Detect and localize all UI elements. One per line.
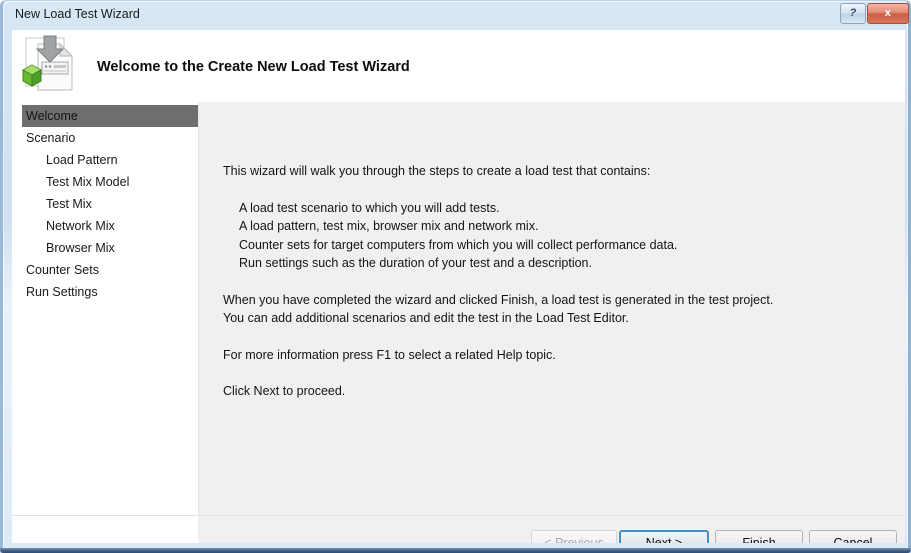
wizard-content-pane: This wizard will walk you through the st… — [198, 102, 905, 515]
sidebar-item-welcome[interactable]: Welcome — [22, 105, 208, 127]
sidebar-item-test-mix-model[interactable]: Test Mix Model — [12, 171, 198, 193]
previous-rest: revious — [563, 536, 604, 543]
cancel-button[interactable]: Cancel — [809, 530, 897, 543]
previous-button[interactable]: < Previous — [531, 530, 617, 543]
finish-accel: F — [742, 536, 750, 543]
sidebar-item-browser-mix[interactable]: Browser Mix — [12, 237, 198, 259]
footer-left-panel — [12, 516, 198, 543]
window-bottom-border — [0, 548, 911, 553]
finish-paragraph-line2: You can add additional scenarios and edi… — [223, 311, 629, 325]
dialog-footer: < Previous Next > Finish Cancel — [12, 515, 905, 543]
finish-button[interactable]: Finish — [715, 530, 803, 543]
next-button[interactable]: Next > — [619, 530, 709, 543]
previous-prefix: < — [544, 536, 556, 543]
intro-paragraph: This wizard will walk you through the st… — [223, 164, 651, 178]
next-paragraph: Click Next to proceed. — [223, 384, 346, 398]
page-title: Welcome to the Create New Load Test Wiza… — [97, 59, 410, 75]
welcome-text-block: This wizard will walk you through the st… — [223, 162, 873, 401]
intro-gap — [223, 181, 873, 199]
next-gap — [223, 364, 873, 382]
sidebar-item-run-settings[interactable]: Run Settings — [12, 281, 198, 303]
finish-paragraph-line1: When you have completed the wizard and c… — [223, 292, 774, 307]
bullets-gap — [223, 273, 873, 291]
cancel-label: Cancel — [833, 536, 873, 543]
sidebar-item-scenario[interactable]: Scenario — [12, 127, 198, 149]
bullet-counter-sets: Counter sets for target computers from w… — [239, 237, 678, 252]
help-paragraph: For more information press F1 to select … — [223, 347, 556, 362]
help-gap — [223, 328, 873, 346]
help-icon[interactable]: ? — [840, 3, 866, 24]
sidebar-item-test-mix[interactable]: Test Mix — [12, 193, 198, 215]
sidebar-item-load-pattern[interactable]: Load Pattern — [12, 149, 198, 171]
next-rest: ext > — [654, 536, 683, 543]
title-bar[interactable]: New Load Test Wizard ? x — [3, 1, 911, 30]
finish-rest: inish — [749, 536, 776, 543]
bullet-scenario: A load test scenario to which you will a… — [239, 200, 500, 215]
bullet-run-settings: Run settings such as the duration of you… — [239, 256, 592, 270]
wizard-window: New Load Test Wizard ? x Welcome to the … — [0, 0, 911, 553]
wizard-step-list: Welcome Scenario Load Pattern Test Mix M… — [12, 102, 208, 515]
close-icon[interactable]: x — [867, 3, 909, 24]
dialog-client-area: Welcome to the Create New Load Test Wiza… — [12, 30, 905, 543]
load-test-document-icon — [20, 34, 84, 96]
sidebar-item-network-mix[interactable]: Network Mix — [12, 215, 198, 237]
bullet-load-pattern: A load pattern, test mix, browser mix an… — [239, 219, 539, 233]
wizard-header: Welcome to the Create New Load Test Wiza… — [12, 30, 905, 103]
window-title: New Load Test Wizard — [15, 7, 140, 21]
next-accel: N — [645, 536, 655, 543]
sidebar-item-counter-sets[interactable]: Counter Sets — [12, 259, 198, 281]
